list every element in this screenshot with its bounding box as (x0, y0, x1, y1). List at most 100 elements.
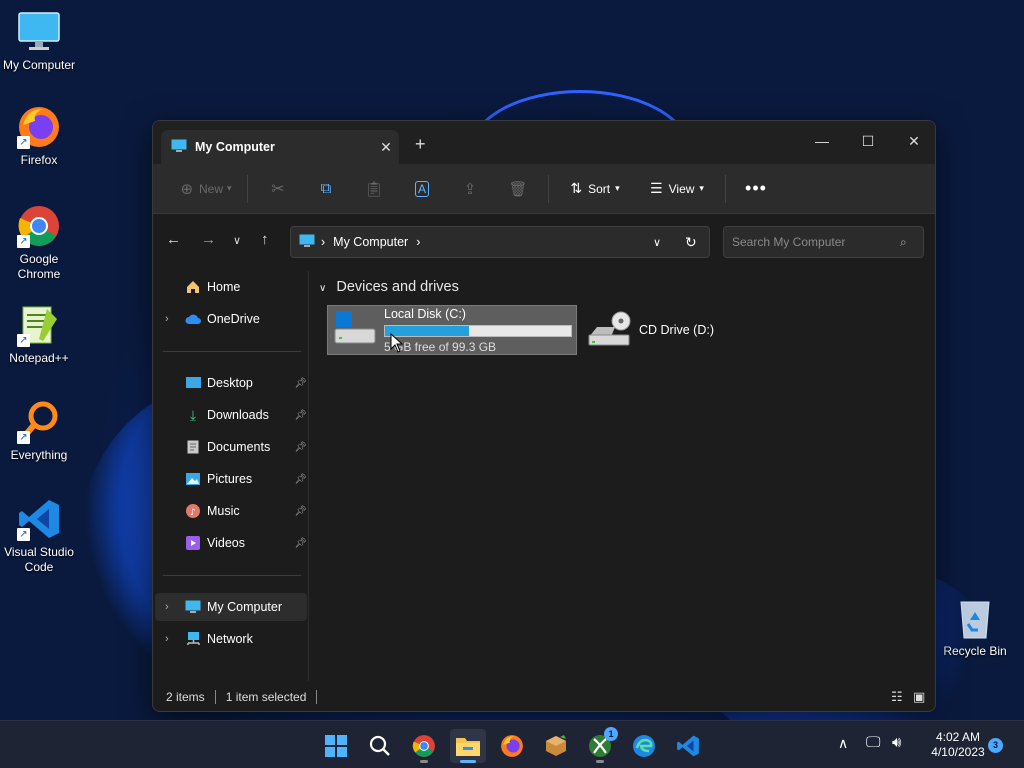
sort-button[interactable]: ⇅ Sort ▾ (555, 173, 635, 205)
sidebar-item-music[interactable]: ♪ Music 📌︎ (155, 497, 307, 525)
sidebar-divider (163, 351, 301, 352)
sidebar-item-onedrive[interactable]: › OneDrive (155, 305, 307, 333)
sidebar-item-my-computer[interactable]: › My Computer (155, 593, 307, 621)
pin-icon[interactable]: 📌︎ (294, 378, 307, 389)
search-box[interactable]: ⌕ (723, 226, 924, 258)
sidebar-item-documents[interactable]: Documents 📌︎ (155, 433, 307, 461)
document-icon (185, 439, 201, 455)
status-divider (316, 690, 318, 704)
drive-cd-d[interactable]: CD Drive (D:) (587, 305, 787, 355)
new-button[interactable]: ⊕ New ▾ (171, 173, 241, 205)
shortcut-arrow-icon: ↗ (17, 136, 30, 149)
clock-time: 4:02 AM (935, 730, 981, 744)
desktop-icon-everything[interactable]: ↗ Everything (0, 400, 78, 463)
desktop-icon-firefox[interactable]: ↗ Firefox (0, 105, 78, 168)
more-options-button[interactable]: ••• (732, 173, 780, 205)
pin-icon[interactable]: 📌︎ (294, 506, 307, 517)
drive-name: Local Disk (C:) (384, 306, 466, 321)
scissors-icon: ✂ (271, 180, 285, 198)
tab-my-computer[interactable]: My Computer ✕ (161, 130, 399, 164)
volume-icon[interactable]: 🔊︎ (892, 734, 901, 751)
hard-drive-icon (334, 310, 376, 350)
chevron-right-icon[interactable]: › (416, 235, 420, 249)
toolbar-divider (548, 174, 549, 203)
close-window-button[interactable]: ✕ (891, 127, 935, 157)
show-hidden-icons-chevron-icon[interactable]: ∧ (838, 735, 848, 752)
drive-name: CD Drive (D:) (639, 323, 714, 337)
back-button[interactable]: ← (166, 231, 181, 248)
taskbar-package-app[interactable] (538, 729, 574, 763)
title-bar[interactable]: My Computer ✕ + — ☐ ✕ (153, 121, 935, 164)
taskbar-edge[interactable] (626, 729, 662, 763)
sidebar-item-videos[interactable]: Videos 📌︎ (155, 529, 307, 557)
drive-usage-bar (384, 324, 572, 337)
notification-count-badge[interactable]: 3 (988, 738, 1003, 753)
share-button[interactable]: ⇪ (446, 173, 494, 205)
paste-button[interactable]: 📋︎ (350, 173, 398, 205)
cut-button[interactable]: ✂ (254, 173, 302, 205)
chevron-right-icon[interactable]: › (165, 633, 169, 645)
rename-icon: A (414, 180, 429, 197)
running-indicator (596, 760, 604, 763)
start-button[interactable] (318, 729, 354, 763)
close-tab-icon[interactable]: ✕ (373, 139, 399, 156)
up-button[interactable]: ↑ (261, 231, 269, 248)
taskbar-xbox[interactable]: 1 (582, 727, 618, 763)
desktop-icon-recycle-bin[interactable]: Recycle Bin (936, 596, 1014, 659)
taskbar-file-explorer[interactable] (450, 729, 486, 763)
tiles-view-icon[interactable]: ▣ (913, 689, 925, 705)
pin-icon[interactable]: 📌︎ (294, 442, 307, 453)
pin-icon[interactable]: 📌︎ (294, 538, 307, 549)
search-input[interactable] (732, 235, 892, 249)
forward-button[interactable]: → (201, 231, 216, 248)
breadcrumb-segment[interactable]: My Computer (333, 235, 408, 249)
desktop-icon-my-computer[interactable]: My Computer (0, 10, 78, 73)
taskbar-vscode[interactable] (670, 729, 706, 763)
rename-button[interactable]: A (398, 173, 446, 205)
desktop-icon-notepad-plus-plus[interactable]: ↗ Notepad++ (0, 303, 78, 366)
shortcut-arrow-icon: ↗ (17, 235, 30, 248)
chevron-right-icon[interactable]: › (165, 601, 169, 613)
sidebar-item-downloads[interactable]: ⤓ Downloads 📌︎ (155, 401, 307, 429)
drive-local-disk-c[interactable]: Local Disk (C:) 5 GB free of 99.3 GB (327, 305, 577, 355)
taskbar-chrome[interactable] (406, 729, 442, 763)
notification-badge: 1 (604, 727, 618, 741)
chevron-down-icon[interactable]: ∨ (653, 236, 661, 249)
pin-icon[interactable]: 📌︎ (294, 474, 307, 485)
sidebar-item-desktop[interactable]: Desktop 📌︎ (155, 369, 307, 397)
refresh-icon[interactable]: ↻ (685, 234, 697, 251)
monitor-icon (17, 10, 61, 54)
network-status-icon[interactable]: 🖵︎ (866, 734, 880, 751)
firefox-icon (501, 735, 523, 757)
monitor-icon (185, 599, 201, 615)
pin-icon[interactable]: 📌︎ (294, 410, 307, 421)
copy-button[interactable]: ⧉ (302, 173, 350, 205)
windows-logo-icon (325, 735, 347, 757)
navigation-pane: Home › OneDrive Desktop 📌︎ ⤓ Downloads 📌… (153, 271, 309, 681)
sidebar-item-pictures[interactable]: Pictures 📌︎ (155, 465, 307, 493)
details-view-icon[interactable]: ☷ (891, 689, 903, 705)
taskbar-firefox[interactable] (494, 729, 530, 763)
chevron-right-icon: › (321, 235, 326, 249)
view-button[interactable]: ☰ View ▾ (635, 173, 719, 205)
maximize-button[interactable]: ☐ (845, 127, 891, 157)
sidebar-item-network[interactable]: › Network (155, 625, 307, 653)
delete-button[interactable]: 🗑︎ (494, 173, 542, 205)
desktop-icon-google-chrome[interactable]: ↗ Google Chrome (0, 204, 78, 282)
sidebar-item-home[interactable]: Home (155, 273, 307, 301)
folder-icon (456, 738, 480, 756)
desktop-icon-visual-studio-code[interactable]: ↗ Visual Studio Code (0, 497, 78, 575)
chevron-down-icon: ▾ (227, 183, 232, 193)
vscode-icon: ↗ (17, 497, 61, 541)
monitor-icon (299, 234, 315, 251)
running-indicator (420, 760, 428, 763)
minimize-button[interactable]: — (799, 127, 845, 157)
group-header-devices-and-drives[interactable]: ∨ Devices and drives (319, 279, 459, 295)
address-bar[interactable]: › My Computer › ∨ ↻ (290, 226, 710, 258)
new-tab-button[interactable]: + (415, 134, 426, 155)
recent-locations-button[interactable]: ∨ (233, 234, 241, 247)
sidebar-item-label: Network (207, 632, 253, 646)
taskbar-search-button[interactable] (362, 729, 398, 763)
system-clock[interactable]: 4:02 AM 4/10/2023 (918, 730, 998, 760)
chevron-right-icon[interactable]: › (165, 313, 169, 325)
